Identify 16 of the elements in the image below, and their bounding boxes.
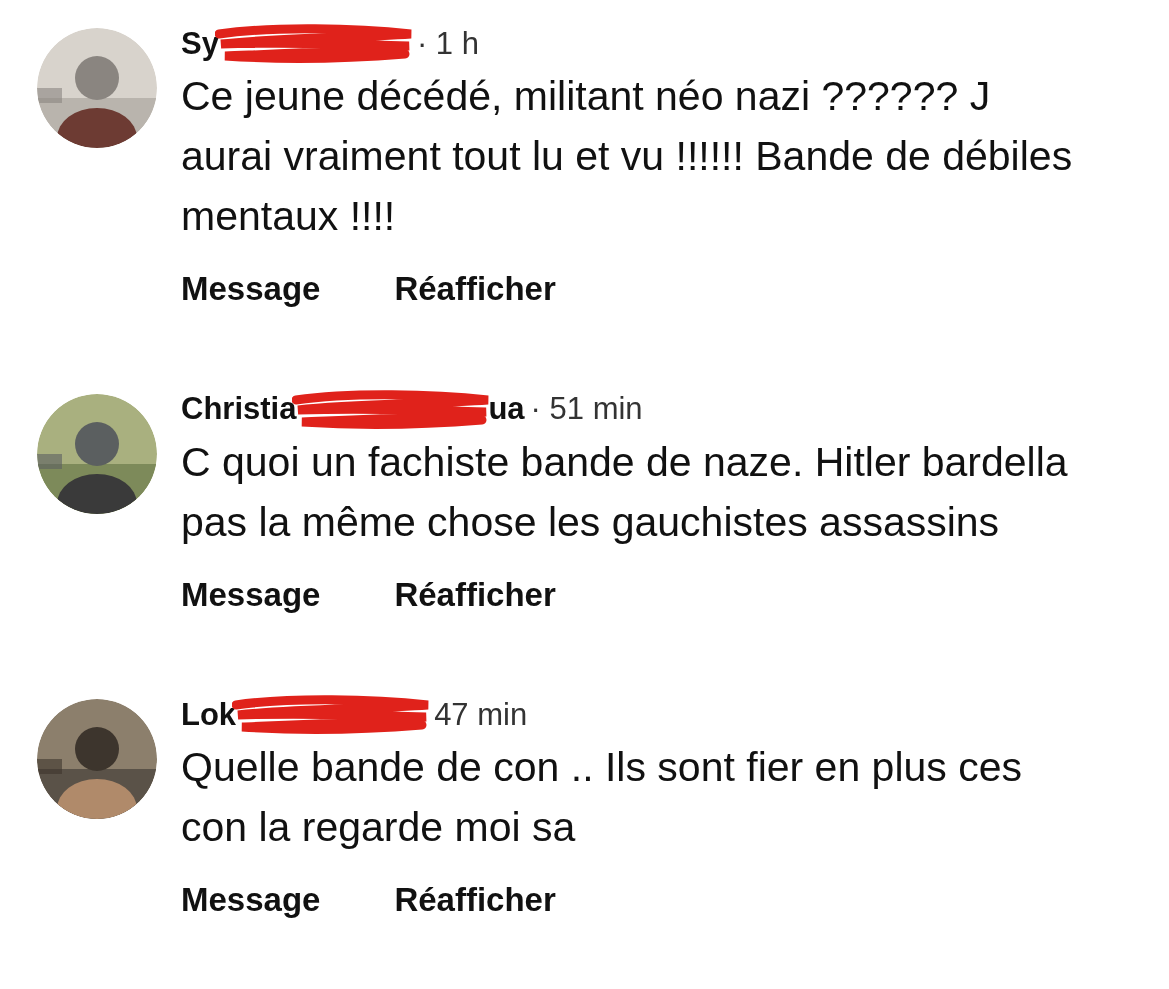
action-link[interactable]: Réafficher [394,875,556,925]
user-name[interactable]: Sy [181,20,219,68]
comment-text: C quoi un fachiste bande de naze. Hitler bardella pas la même chose les gauchistes assassins [181,437,1069,547]
action-link[interactable]: Réafficher [394,569,556,619]
comment-time: · 51 min [530,390,643,429]
action-link[interactable]: Message [181,875,321,925]
comment-time: · 1 h [416,24,479,63]
action-link[interactable]: Message [181,264,321,314]
comment-text: Ce jeune décédé, militant néo nazi ?????? J aurai vraiment tout lu et vu !!!!!! Bande de débiles mentaux !!!! [181,72,1074,241]
user-name[interactable]: Lok [181,691,237,739]
user-name[interactable]: ua [488,386,525,433]
comment-time: 47 min [434,695,528,734]
action-link[interactable]: Réafficher [394,264,556,314]
action-link[interactable]: Message [181,569,321,619]
comment-text: Quelle bande de con .. Ils sont fier en plus ces con la regarde moi sa [181,743,1023,852]
user-name[interactable]: Christia [181,386,297,433]
